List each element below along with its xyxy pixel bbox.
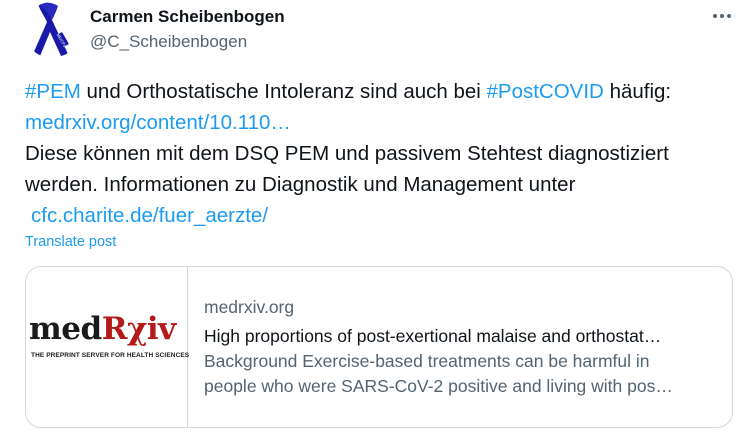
medrxiv-logo: medRχiv xyxy=(29,311,176,347)
tweet-line: Diese können mit dem DSQ PEM und passive… xyxy=(25,142,669,165)
blue-ribbon-icon: ME/CFS xyxy=(33,2,69,56)
author-handle[interactable]: @C_Scheibenbogen xyxy=(90,31,247,53)
logo-tagline: THE PREPRINT SERVER FOR HEALTH SCIENCES xyxy=(31,352,190,359)
hashtag-pem-link[interactable]: #PEM xyxy=(25,80,81,103)
link-preview-card[interactable]: medRχiv THE PREPRINT SERVER FOR HEALTH S… xyxy=(25,266,733,428)
logo-text: med xyxy=(29,311,102,347)
tweet: ME/CFS Carmen Scheibenbogen @C_Scheibenb… xyxy=(0,0,753,440)
author-name[interactable]: Carmen Scheibenbogen xyxy=(90,6,285,28)
card-description-line: Background Exercise-based treatments can… xyxy=(204,351,650,371)
logo-text-accent: Rχiv xyxy=(101,311,176,347)
tweet-text-segment: und Orthostatische Intoleranz sind auch … xyxy=(80,80,487,103)
tweet-text-segment: häufig: xyxy=(603,80,672,103)
card-title: High proportions of post-exertional mala… xyxy=(204,326,662,346)
charite-link[interactable]: cfc.charite.de/fuer_aerzte/ xyxy=(31,204,268,227)
translate-post-button[interactable]: Translate post xyxy=(25,232,116,252)
tweet-line: cfc.charite.de/fuer_aerzte/ xyxy=(25,200,745,231)
tweet-line: #PEM und Orthostatische Intoleranz sind … xyxy=(25,76,745,107)
more-dots-icon xyxy=(713,14,731,18)
avatar[interactable]: ME/CFS xyxy=(24,2,80,58)
tweet-line: werden. Informationen zu Diagnostik und … xyxy=(25,173,576,196)
more-button[interactable] xyxy=(704,4,740,28)
card-description-line: people who were SARS-CoV-2 positive and … xyxy=(204,376,673,396)
medrxiv-link[interactable]: medrxiv.org/content/10.110… xyxy=(25,111,291,134)
tweet-text: #PEM und Orthostatische Intoleranz sind … xyxy=(25,76,745,231)
tweet-line: medrxiv.org/content/10.110… xyxy=(25,107,745,138)
card-domain: medrxiv.org xyxy=(204,297,295,317)
card-body: medrxiv.org High proportions of post-exe… xyxy=(204,295,724,399)
hashtag-postcovid-link[interactable]: #PostCOVID xyxy=(487,80,604,103)
card-thumbnail: medRχiv THE PREPRINT SERVER FOR HEALTH S… xyxy=(26,267,190,427)
